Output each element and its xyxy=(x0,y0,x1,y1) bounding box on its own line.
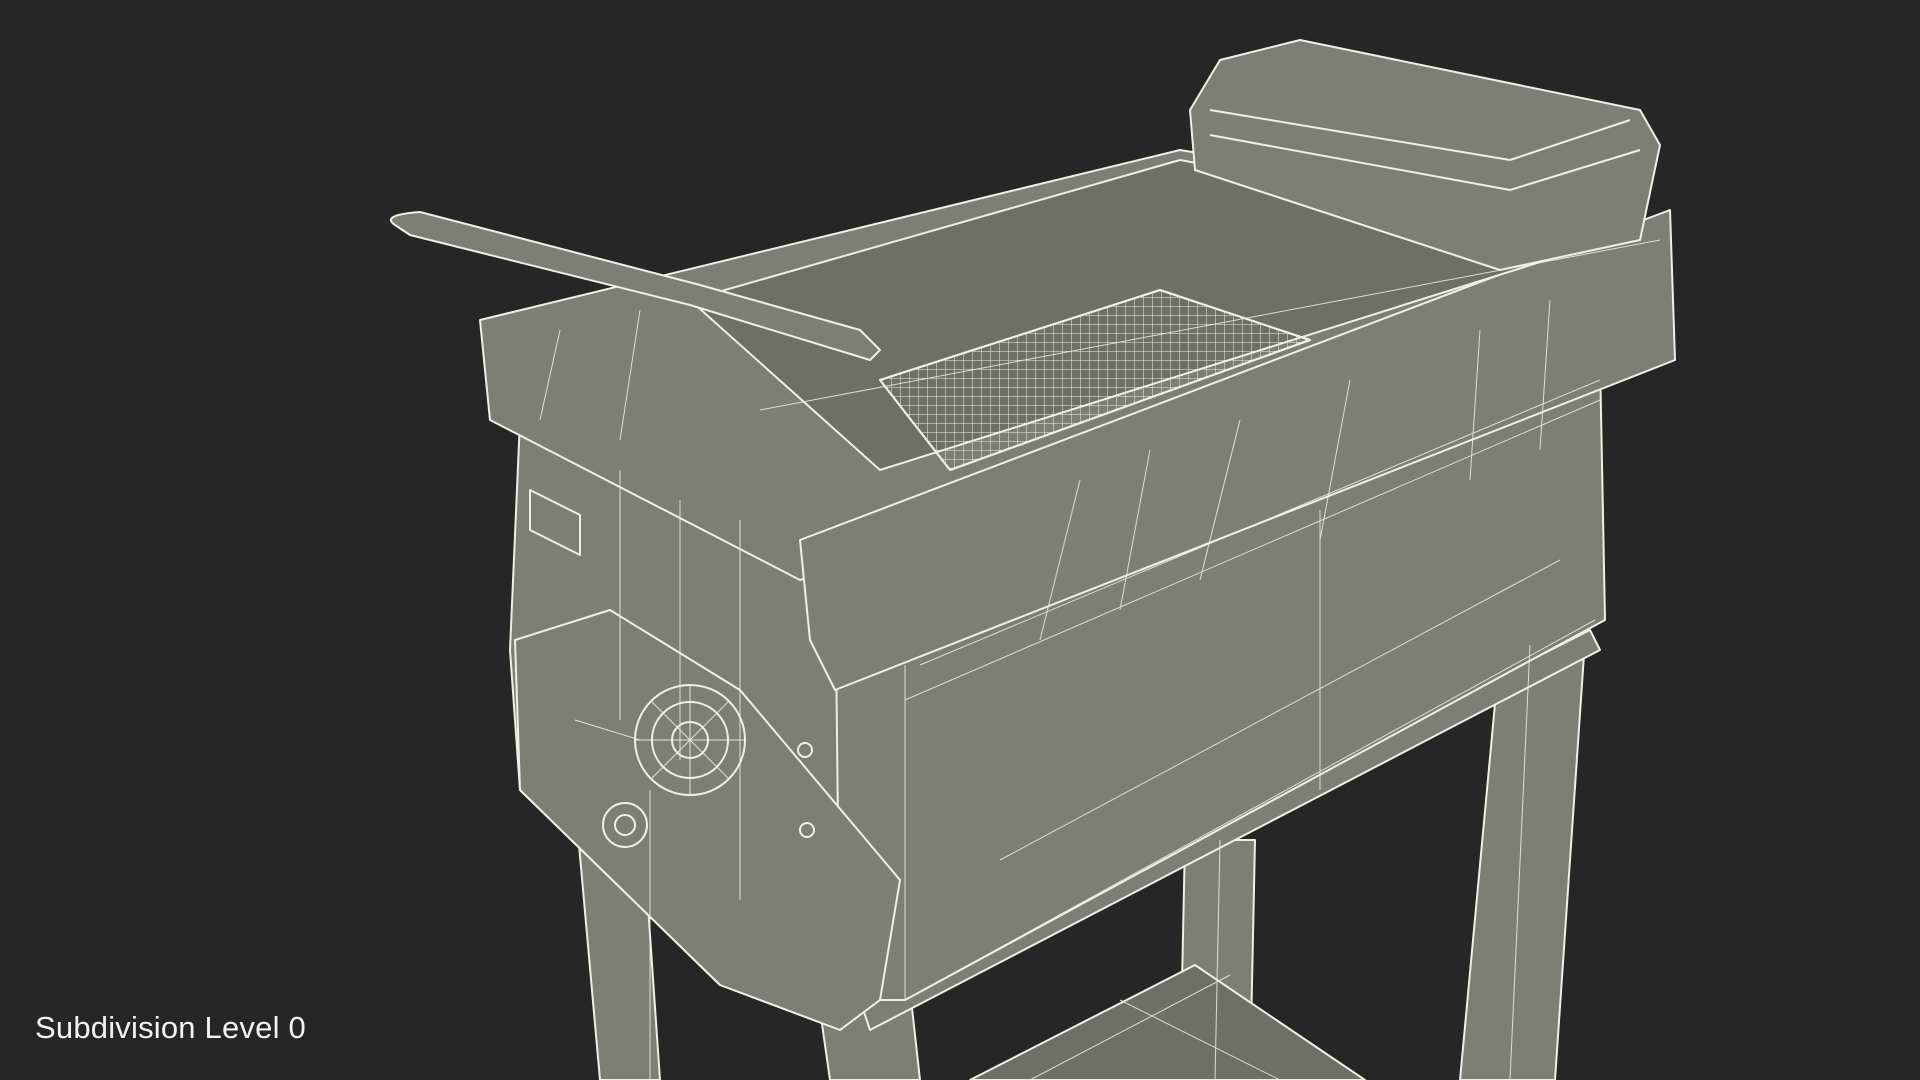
indicator-light-top xyxy=(797,742,813,758)
fryer-model xyxy=(389,39,1676,1080)
indicator-light-bottom xyxy=(799,822,815,838)
render-viewport: Subdivision Level 0 xyxy=(0,0,1920,1080)
timer-knob xyxy=(602,802,648,848)
subdivision-level-caption: Subdivision Level 0 xyxy=(35,1010,306,1045)
lower-shelf xyxy=(969,964,1366,1080)
deep-fryer-wireframe-render xyxy=(389,39,1676,1080)
